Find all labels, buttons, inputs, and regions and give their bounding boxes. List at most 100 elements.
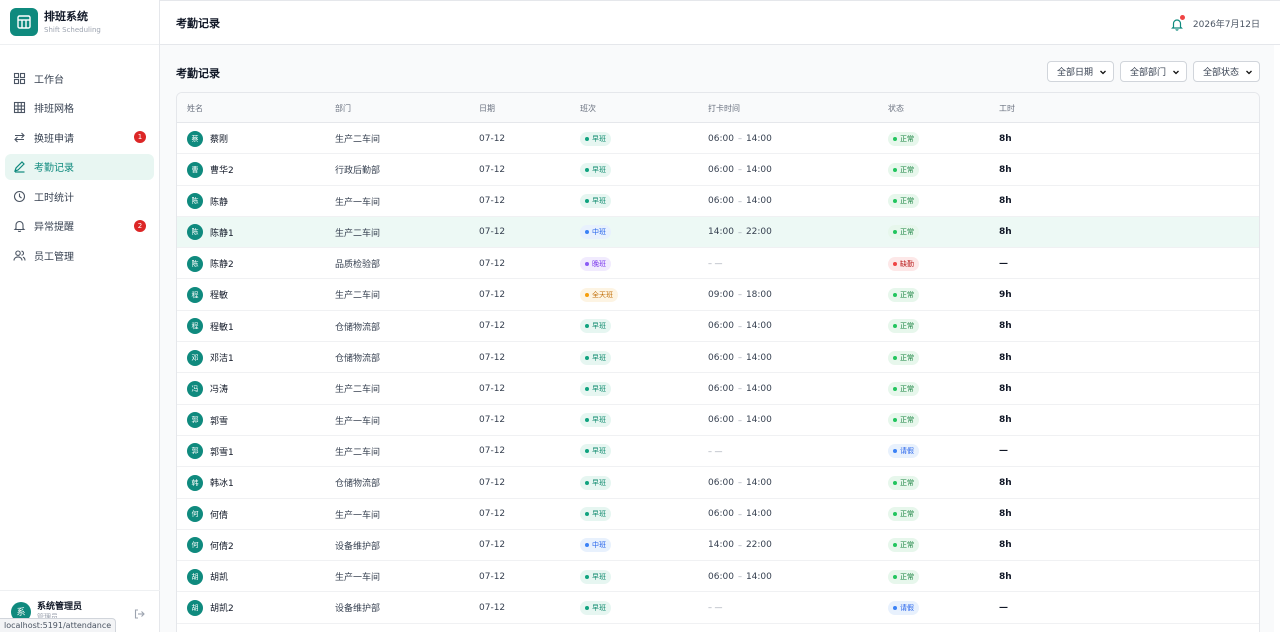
clock-out-time: 14:00 (745, 571, 772, 582)
employee-name: 胡凯2 (210, 604, 234, 615)
clock-out-time: 14:00 (745, 352, 772, 363)
table-row[interactable]: 蔡蔡刚 生产二车间 07-12 早班 06:00–14:00 正常 8h (177, 123, 1259, 155)
notification-bell-icon[interactable] (1170, 15, 1185, 31)
status-badge: 正常 (888, 413, 919, 428)
shift-label: 早班 (592, 603, 606, 612)
department-filter-select[interactable]: 全部部门 (1119, 61, 1187, 82)
status-dot (893, 199, 897, 204)
status-label: 正常 (900, 353, 914, 362)
status-badge: 请假 (888, 444, 919, 459)
department-cell: 仓储物流部 (335, 479, 381, 490)
sidebar-item-6[interactable]: 异常提醒 2 (5, 213, 154, 239)
clock-time-cell: 06:00–14:00 (708, 154, 772, 185)
sidebar-item-1[interactable]: 工作台 (5, 65, 154, 91)
date-cell: 07-12 (479, 446, 506, 457)
status-label: 请假 (900, 603, 914, 612)
table-row[interactable]: 程程敏 生产二车间 07-12 全天班 09:00–18:00 正常 9h (177, 279, 1259, 311)
clock-out-time: 14:00 (745, 133, 772, 144)
column-header-date[interactable]: 日期 (479, 103, 495, 114)
table-row[interactable]: 邓邓洁1 仓储物流部 07-12 早班 06:00–14:00 正常 8h (177, 342, 1259, 374)
no-clock-placeholder: – — (708, 446, 723, 456)
table-row[interactable]: 陈陈静1 生产二车间 07-12 中班 14:00–22:00 正常 8h (177, 216, 1259, 249)
status-label: 缺勤 (900, 259, 914, 268)
table-row[interactable]: 何何倩2 设备维护部 07-12 中班 14:00–22:00 正常 8h (177, 530, 1259, 562)
shift-dot (585, 512, 589, 517)
clock-time-cell: 06:00–14:00 (708, 123, 772, 154)
employee-name: 陈静 (210, 197, 229, 208)
sidebar-nav: 工作台排班网格换班申请 1 考勤记录工时统计异常提醒 2 员工管理 (0, 45, 159, 269)
department-filter-label: 全部部门 (1129, 68, 1166, 78)
sidebar-item-3[interactable]: 换班申请 1 (5, 124, 154, 150)
clock-time-cell: 06:00–14:00 (708, 342, 772, 373)
avatar: 何 (187, 506, 203, 523)
column-header-shift[interactable]: 班次 (580, 103, 596, 114)
shift-dot (585, 480, 589, 485)
sidebar-item-7[interactable]: 员工管理 (5, 243, 154, 269)
date-filter-label: 全部日期 (1056, 68, 1093, 78)
status-dot (893, 386, 897, 391)
shift-dot (585, 292, 589, 297)
column-header-status[interactable]: 状态 (888, 103, 904, 114)
status-dot (893, 543, 897, 548)
sidebar-item-5[interactable]: 工时统计 (5, 183, 154, 209)
date-cell: 07-12 (479, 477, 506, 488)
count-badge: 1 (134, 131, 146, 144)
chevron-down-icon (1246, 70, 1252, 74)
table-row[interactable]: 曹曹华2 行政后勤部 07-12 早班 06:00–14:00 正常 8h (177, 154, 1259, 186)
hours-cell: 8h (999, 133, 1012, 144)
table-row[interactable]: 郭郭雪1 生产二车间 07-12 早班 – — 请假 — (177, 436, 1259, 468)
shift-badge: 早班 (580, 131, 611, 146)
hours-cell: 8h (999, 196, 1012, 207)
column-header-hours[interactable]: 工时 (999, 103, 1015, 114)
chevron-down-icon (1100, 70, 1106, 74)
sidebar-item-label: 异常提醒 (34, 222, 74, 234)
sidebar-item-2[interactable]: 排班网格 (5, 95, 154, 121)
clock-time-cell: 06:00–14:00 (708, 499, 772, 530)
status-label: 正常 (900, 478, 914, 487)
no-clock-placeholder: – — (708, 259, 723, 269)
user-name: 系统管理员 (37, 601, 83, 612)
shift-badge: 早班 (580, 413, 611, 428)
date-cell: 07-12 (479, 540, 506, 551)
department-cell: 品质检验部 (335, 260, 381, 271)
clock-in-time: 06:00 (708, 196, 734, 207)
table-row[interactable]: 陈陈静 生产一车间 07-12 早班 06:00–14:00 正常 8h (177, 186, 1259, 217)
table-row[interactable]: 郭郭雪 生产一车间 07-12 早班 06:00–14:00 正常 8h (177, 405, 1259, 436)
table-row[interactable]: 何何倩 生产一车间 07-12 早班 06:00–14:00 正常 8h (177, 499, 1259, 530)
table-row[interactable]: 冯冯涛 生产二车间 07-12 早班 06:00–14:00 正常 8h (177, 373, 1259, 405)
employee-name: 曹华2 (210, 166, 234, 177)
employee-name: 陈静1 (210, 228, 234, 239)
table-row[interactable]: 胡胡凯 生产一车间 07-12 早班 06:00–14:00 正常 8h (177, 561, 1259, 593)
status-dot (893, 605, 897, 610)
time-separator: – (737, 165, 742, 175)
column-header-name[interactable]: 姓名 (187, 103, 203, 114)
department-cell: 生产二车间 (335, 447, 381, 458)
table-body: 蔡蔡刚 生产二车间 07-12 早班 06:00–14:00 正常 8h 曹曹华2 行政后勤部 0… (177, 123, 1259, 624)
clock-time-cell: – — (708, 248, 723, 279)
column-header-clock[interactable]: 打卡时间 (708, 103, 740, 114)
clock-in-time: 06:00 (708, 509, 734, 520)
shift-badge: 早班 (580, 319, 611, 334)
table-header: 姓名 部门 日期 班次 打卡时间 状态 工时 (177, 93, 1259, 123)
department-cell: 生产一车间 (335, 573, 381, 584)
avatar: 何 (187, 537, 203, 554)
date-filter-select[interactable]: 全部日期 (1046, 61, 1114, 82)
status-label: 正常 (900, 541, 914, 550)
table-row[interactable]: 陈陈静2 品质检验部 07-12 晚班 – — 缺勤 — (177, 248, 1259, 280)
shift-label: 早班 (592, 134, 606, 143)
avatar: 韩 (187, 474, 203, 491)
table-row[interactable]: 胡胡凯2 设备维护部 07-12 早班 – — 请假 — (177, 592, 1259, 624)
table-row[interactable]: 程程敏1 仓储物流部 07-12 早班 06:00–14:00 正常 8h (177, 311, 1259, 343)
department-cell: 设备维护部 (335, 604, 381, 615)
status-filter-select[interactable]: 全部状态 (1192, 61, 1260, 82)
sidebar-item-4[interactable]: 考勤记录 (5, 153, 154, 180)
department-cell: 生产二车间 (335, 385, 381, 396)
column-header-dept[interactable]: 部门 (335, 103, 351, 114)
date-cell: 07-12 (479, 571, 506, 582)
avatar: 程 (187, 318, 203, 335)
logout-icon[interactable] (133, 605, 145, 619)
clock-time-cell: 14:00–22:00 (708, 217, 772, 248)
table-row[interactable]: 韩韩冰1 仓储物流部 07-12 早班 06:00–14:00 正常 8h (177, 467, 1259, 499)
status-badge: 正常 (888, 350, 919, 365)
status-badge: 正常 (888, 507, 919, 522)
